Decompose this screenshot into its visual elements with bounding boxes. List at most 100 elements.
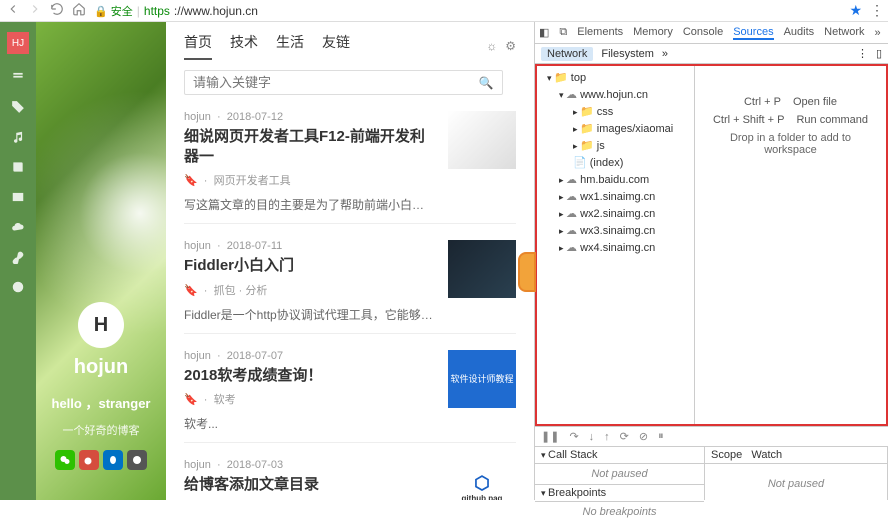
tree-node[interactable]: ▸ ☁ wx1.sinaimg.cn [539,189,692,206]
pause-exc-icon[interactable]: ⏸ [658,430,664,443]
sources-subtabs: Network Filesystem » ⋮ ▯ [535,44,888,64]
nav-tab[interactable]: 友链 [322,32,350,60]
gear-icon[interactable]: ⚙ [505,39,516,53]
back-button[interactable] [6,2,20,19]
social-links [36,450,166,470]
step-into-icon[interactable]: ↓ [589,431,595,443]
panel-split-icon[interactable]: ▯ [876,47,882,60]
post-title[interactable]: 2018软考成绩查询！ [184,366,436,386]
shortcut-key: Ctrl + P [744,96,781,108]
post-item[interactable]: hojun · 2018-07-11Fiddler小白入门🔖 · 抓包 · 分析… [184,240,516,334]
devtools-tab[interactable]: Network [824,26,864,40]
image-icon[interactable] [11,190,25,204]
book-icon[interactable] [11,160,25,174]
browser-menu-icon[interactable]: ⋮ [870,2,882,19]
sun-icon[interactable]: ☼ [486,39,497,53]
post-tags: 🔖 · 抓包 · 分析 [184,282,436,298]
more-subtabs-icon[interactable]: » [662,48,668,60]
tree-node[interactable]: 📄 (index) [539,155,692,172]
devtools-tab[interactable]: Elements [577,26,623,40]
shortcut-action: Open file [793,96,837,108]
post-excerpt: Fiddler是一个http协议调试代理工具，它能够记录并检... [184,306,436,323]
tree-node[interactable]: ▾ ☁ www.hojun.cn [539,87,692,104]
devtools-tab[interactable]: Memory [633,26,673,40]
link-icon[interactable] [11,250,25,264]
site-logo[interactable]: H [78,302,124,348]
bookmark-star-icon[interactable]: ★ [849,2,862,19]
devtools-tab[interactable]: Sources [733,26,773,40]
github-icon[interactable] [127,450,147,470]
tree-node[interactable]: ▸ 📁 css [539,104,692,121]
step-out-icon[interactable]: ↑ [604,431,610,443]
devtools-panel: ◧ ⧉ Elements Memory Console Sources Audits Ne… [534,22,888,500]
step-icon[interactable]: ⟳ [620,430,629,443]
url-protocol: https [144,4,170,18]
nav-tab[interactable]: 首页 [184,32,212,60]
post-meta: hojun · 2018-07-07 [184,350,436,362]
search-input[interactable] [193,75,479,90]
tree-node[interactable]: ▸ 📁 images/xiaomai [539,121,692,138]
post-excerpt: 写这篇文章的目的主要是为了帮助前端小白，学习使用... [184,196,436,213]
reload-button[interactable] [50,2,64,19]
music-icon[interactable] [11,130,25,144]
wechat-icon[interactable] [55,450,75,470]
step-over-icon[interactable]: ↷ [569,430,578,443]
site-name: hojun [36,356,166,379]
tree-node[interactable]: ▸ ☁ wx2.sinaimg.cn [539,206,692,223]
weibo-icon[interactable] [79,450,99,470]
cloud-icon[interactable] [11,220,25,234]
rail-avatar[interactable]: HJ [7,32,29,54]
inspect-icon[interactable]: ◧ [539,26,549,39]
side-bookmark-tab[interactable] [518,252,536,292]
breakpoints-header[interactable]: Breakpoints [535,484,704,502]
qq-icon[interactable] [103,450,123,470]
subtab-menu-icon[interactable]: ⋮ [857,47,868,60]
post-item[interactable]: hojun · 2018-07-072018软考成绩查询！🔖 · 软考软考...… [184,350,516,444]
tree-node[interactable]: ▸ ☁ hm.baidu.com [539,172,692,189]
search-icon[interactable]: 🔍 [479,76,494,90]
post-title[interactable]: Fiddler小白入门 [184,256,436,276]
browser-toolbar: 🔒 安全 | https://www.hojun.cn ★ ⋮ [0,0,888,22]
nav-tabs: 首页技术生活友链 [184,32,350,60]
more-tabs-icon[interactable]: » [875,27,881,39]
subtab-filesystem[interactable]: Filesystem [601,48,654,60]
debug-toolbar: ❚❚ ↷ ↓ ↑ ⟳ ⊘ ⏸ [535,426,888,446]
tree-node[interactable]: ▸ ☁ wx4.sinaimg.cn [539,240,692,257]
search-box[interactable]: 🔍 [184,70,503,95]
post-meta: hojun · 2018-07-12 [184,111,436,123]
tagline: 一个好奇的博客 [36,422,166,438]
address-bar[interactable]: 🔒 安全 | https://www.hojun.cn [94,3,841,19]
device-icon[interactable]: ⧉ [559,26,567,39]
post-item[interactable]: hojun · 2018-07-12 细说网页开发者工具F12-前端开发利器一 🔖 … [184,111,516,224]
post-tags: 🔖 · 网页开发者工具 [184,172,436,188]
subtab-network[interactable]: Network [541,47,593,61]
nav-tab[interactable]: 技术 [230,32,258,60]
layers-icon[interactable] [11,70,25,84]
profile-sidebar: H hojun hello ，stranger 一个好奇的博客 [36,22,166,500]
deactivate-bp-icon[interactable]: ⊘ [639,430,648,443]
pause-icon[interactable]: ❚❚ [541,430,559,443]
devtools-tab[interactable]: Audits [784,26,815,40]
tag-icon[interactable] [11,100,25,114]
shortcut-key: Ctrl + Shift + P [713,114,785,126]
tree-node[interactable]: ▸ 📁 js [539,138,692,155]
home-button[interactable] [72,2,86,19]
scope-watch-header[interactable]: Scope Watch [705,447,887,464]
post-thumb [448,111,516,169]
left-rail: HJ [0,22,36,500]
greeting: hello ，stranger [36,393,166,412]
nav-tab[interactable]: 生活 [276,32,304,60]
post-excerpt: 软考... [184,415,436,432]
post-item[interactable]: hojun · 2018-07-03给博客添加文章目录🔖 · hexo因为JSi… [184,459,516,500]
forward-button[interactable] [28,2,42,19]
post-thumb: 软件设计师教程 [448,350,516,408]
url-host: ://www.hojun.cn [174,4,258,18]
callstack-header[interactable]: Call Stack [535,447,704,464]
tree-node[interactable]: ▾ 📁 top [539,70,692,87]
post-title[interactable]: 细说网页开发者工具F12-前端开发利器一 [184,127,436,166]
devtools-tab[interactable]: Console [683,26,723,40]
post-thumb [448,240,516,298]
post-title[interactable]: 给博客添加文章目录 [184,475,436,495]
tree-node[interactable]: ▸ ☁ wx3.sinaimg.cn [539,223,692,240]
info-icon[interactable] [11,280,25,294]
